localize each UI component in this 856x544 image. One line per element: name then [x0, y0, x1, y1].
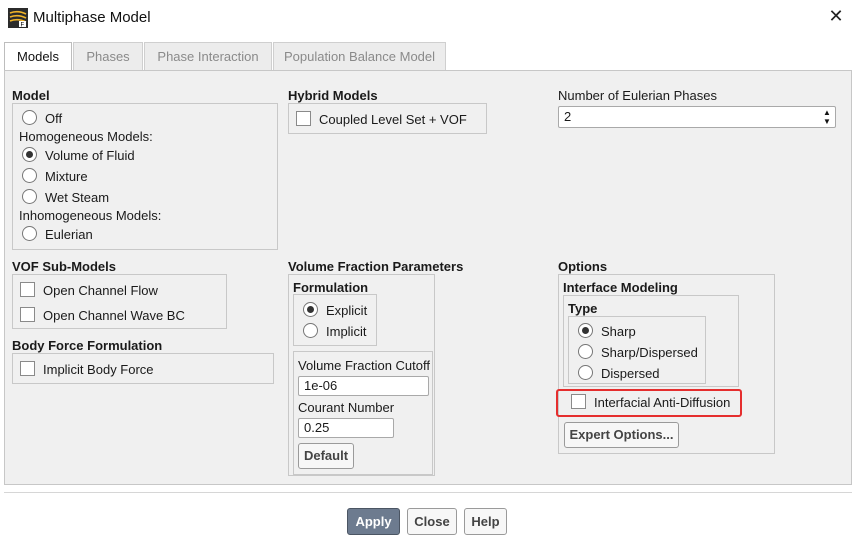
body-force-title: Body Force Formulation [12, 338, 163, 353]
cutoff-label: Volume Fraction Cutoff [298, 358, 430, 373]
implicit-body-force-label: Implicit Body Force [43, 362, 154, 377]
courant-input[interactable]: 0.25 [298, 418, 394, 438]
implicit-label: Implicit [326, 324, 367, 339]
expert-options-button[interactable]: Expert Options... [564, 422, 679, 448]
open-channel-flow-checkbox[interactable] [20, 282, 35, 297]
dispersed-radio[interactable] [578, 365, 593, 380]
implicit-radio[interactable] [303, 323, 318, 338]
coupled-level-set-label: Coupled Level Set + VOF [319, 112, 467, 127]
courant-label: Courant Number [298, 400, 395, 415]
explicit-radio[interactable] [303, 302, 318, 317]
spin-down-icon[interactable]: ▼ [822, 117, 832, 126]
close-window-icon[interactable]: ✕ [826, 6, 846, 26]
open-channel-wave-bc-checkbox[interactable] [20, 307, 35, 322]
open-channel-wave-bc-label: Open Channel Wave BC [43, 308, 185, 323]
default-button[interactable]: Default [298, 443, 354, 469]
dispersed-label: Dispersed [601, 366, 660, 381]
model-vof-label: Volume of Fluid [45, 148, 135, 163]
homogeneous-header: Homogeneous Models: [19, 129, 153, 144]
model-vof-radio[interactable] [22, 147, 37, 162]
footer-separator [4, 492, 852, 493]
apply-button[interactable]: Apply [347, 508, 400, 535]
cutoff-input[interactable]: 1e-06 [298, 376, 429, 396]
model-eulerian-label: Eulerian [45, 227, 93, 242]
model-group-title: Model [12, 88, 50, 103]
vof-submodels-title: VOF Sub-Models [12, 259, 116, 274]
vfp-title: Volume Fraction Parameters [288, 259, 464, 274]
type-title: Type [568, 301, 598, 316]
tab-phase-interaction[interactable]: Phase Interaction [144, 42, 272, 70]
sharp-label: Sharp [601, 324, 636, 339]
eulerian-phases-spinner[interactable]: 2 [558, 106, 836, 128]
implicit-body-force-checkbox[interactable] [20, 361, 35, 376]
model-wet-steam-label: Wet Steam [45, 190, 110, 205]
interface-modeling-title: Interface Modeling [563, 280, 678, 295]
tab-models[interactable]: Models [4, 42, 72, 72]
model-wet-steam-radio[interactable] [22, 189, 37, 204]
sharp-radio[interactable] [578, 323, 593, 338]
sharp-dispersed-label: Sharp/Dispersed [601, 345, 698, 360]
model-off-label: Off [45, 111, 63, 126]
close-button[interactable]: Close [407, 508, 457, 535]
formulation-title: Formulation [293, 280, 369, 295]
explicit-label: Explicit [326, 303, 368, 318]
tab-population-balance-model[interactable]: Population Balance Model [273, 42, 446, 70]
eulerian-phases-value: 2 [564, 109, 572, 124]
coupled-level-set-checkbox[interactable] [296, 111, 311, 126]
anti-diffusion-highlight [556, 389, 742, 417]
open-channel-flow-label: Open Channel Flow [43, 283, 158, 298]
model-off-radio[interactable] [22, 110, 37, 125]
hybrid-models-title: Hybrid Models [288, 88, 378, 103]
sharp-dispersed-radio[interactable] [578, 344, 593, 359]
help-button[interactable]: Help [464, 508, 507, 535]
model-eulerian-radio[interactable] [22, 226, 37, 241]
eulerian-phases-label: Number of Eulerian Phases [558, 88, 717, 103]
model-mixture-label: Mixture [45, 169, 88, 184]
tab-phases[interactable]: Phases [73, 42, 143, 70]
model-mixture-radio[interactable] [22, 168, 37, 183]
svg-text:F: F [21, 23, 25, 29]
window-title: Multiphase Model [33, 9, 151, 26]
options-title: Options [558, 259, 608, 274]
spin-up-icon[interactable]: ▲ [822, 108, 832, 117]
inhomogeneous-header: Inhomogeneous Models: [19, 208, 162, 223]
fluent-app-icon: F [8, 8, 28, 29]
